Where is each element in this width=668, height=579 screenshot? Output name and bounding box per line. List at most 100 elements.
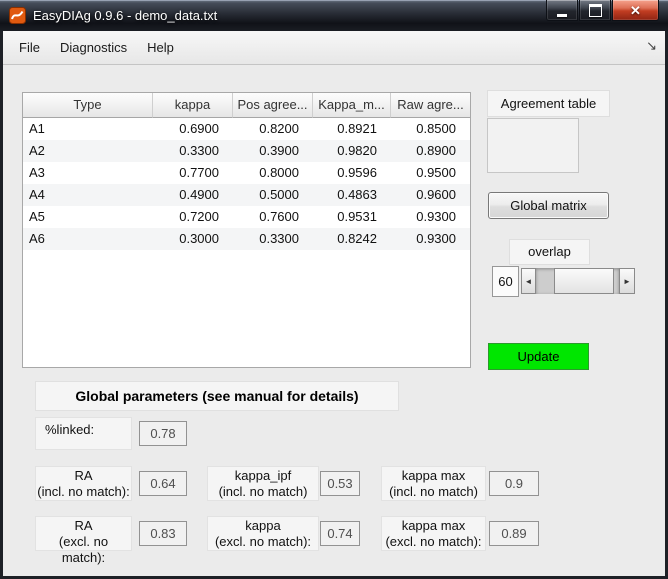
label-line: kappa_ipf <box>234 468 292 483</box>
table-cell[interactable]: 0.5000 <box>233 184 313 206</box>
results-table: Type kappa Pos agree... Kappa_m... Raw a… <box>22 92 471 368</box>
overlap-value-field[interactable]: 60 <box>492 266 519 297</box>
table-cell[interactable]: 0.4900 <box>153 184 233 206</box>
table-cell[interactable]: A6 <box>23 228 153 250</box>
label-line: (incl. no match) <box>389 484 478 499</box>
table-cell[interactable]: A5 <box>23 206 153 228</box>
ra-incl-value-field: 0.64 <box>139 471 187 496</box>
table-cell[interactable]: 0.8200 <box>233 118 313 140</box>
maximize-icon <box>588 3 602 17</box>
ra-incl-label: RA (incl. no match): <box>35 466 132 501</box>
table-cell[interactable]: 0.9531 <box>313 206 391 228</box>
table-cell[interactable]: 0.9500 <box>391 162 470 184</box>
table-cell[interactable]: A2 <box>23 140 153 162</box>
column-header-type[interactable]: Type <box>23 93 153 118</box>
ra-excl-label: RA (excl. no match): <box>35 516 132 565</box>
table-cell[interactable]: 0.3900 <box>233 140 313 162</box>
slider-thumb[interactable] <box>554 268 614 294</box>
app-icon[interactable] <box>9 7 26 24</box>
global-matrix-button[interactable]: Global matrix <box>488 192 609 219</box>
minimize-button[interactable] <box>546 0 578 21</box>
table-cell[interactable]: 0.3300 <box>153 140 233 162</box>
close-button[interactable]: ✕ <box>612 0 659 21</box>
table-cell[interactable]: 0.7200 <box>153 206 233 228</box>
table-cell[interactable]: A1 <box>23 118 153 140</box>
titlebar[interactable]: EasyDIAg 0.9.6 - demo_data.txt ✕ <box>0 0 668 31</box>
label-line: kappa max <box>401 468 466 483</box>
table-cell[interactable]: 0.8921 <box>313 118 391 140</box>
maximize-button[interactable] <box>579 0 611 21</box>
table-cell[interactable]: 0.9300 <box>391 206 470 228</box>
table-cell[interactable]: 0.6900 <box>153 118 233 140</box>
label-line: RA <box>74 518 93 533</box>
client-area: File Diagnostics Help ↘ Type kappa Pos a… <box>3 31 665 576</box>
table-cell[interactable]: 0.7600 <box>233 206 313 228</box>
menubar-dock-icon[interactable]: ↘ <box>646 38 657 54</box>
table-cell[interactable]: 0.9596 <box>313 162 391 184</box>
kappa-excl-label: kappa (excl. no match): <box>207 516 319 551</box>
ra-excl-value-field: 0.83 <box>139 521 187 546</box>
minimize-icon <box>557 13 567 17</box>
menubar: File Diagnostics Help ↘ <box>3 31 665 65</box>
table-cell[interactable]: 0.7700 <box>153 162 233 184</box>
table-row: A1 0.6900 0.8200 0.8921 0.8500 <box>23 118 470 140</box>
table-cell[interactable]: 0.8242 <box>313 228 391 250</box>
overlap-slider: ◄ ► <box>521 268 635 294</box>
kappa-max-incl-label: kappa max (incl. no match) <box>381 466 486 501</box>
label-line: kappa <box>245 518 281 533</box>
kappa-max-incl-value-field: 0.9 <box>489 471 539 496</box>
table-cell[interactable]: 0.9820 <box>313 140 391 162</box>
update-button[interactable]: Update <box>488 343 589 370</box>
table-cell[interactable]: 0.3000 <box>153 228 233 250</box>
table-cell[interactable]: 0.9600 <box>391 184 470 206</box>
kappa-max-excl-label: kappa max (excl. no match): <box>381 516 486 551</box>
app-window: EasyDIAg 0.9.6 - demo_data.txt ✕ File Di… <box>0 0 668 579</box>
menu-diagnostics[interactable]: Diagnostics <box>50 35 137 60</box>
global-parameters-heading: Global parameters (see manual for detail… <box>35 381 399 411</box>
label-line: RA <box>74 468 93 483</box>
column-header-kappa-m[interactable]: Kappa_m... <box>313 93 391 118</box>
close-icon: ✕ <box>630 2 641 18</box>
label-line: (incl. no match): <box>37 484 130 499</box>
slider-right-button[interactable]: ► <box>619 268 635 294</box>
window-controls: ✕ <box>546 0 659 21</box>
table-row: A6 0.3000 0.3300 0.8242 0.9300 <box>23 228 470 250</box>
table-cell[interactable]: A3 <box>23 162 153 184</box>
table-body: A1 0.6900 0.8200 0.8921 0.8500 A2 0.3300… <box>23 118 470 250</box>
table-cell[interactable]: A4 <box>23 184 153 206</box>
kappa-ipf-incl-label: kappa_ipf (incl. no match) <box>207 466 319 501</box>
slider-right-icon: ► <box>623 276 631 286</box>
menu-file[interactable]: File <box>9 35 50 60</box>
linked-value-field: 0.78 <box>139 421 187 446</box>
table-cell[interactable]: 0.8900 <box>391 140 470 162</box>
slider-left-button[interactable]: ◄ <box>521 268 536 294</box>
table-cell[interactable]: 0.8500 <box>391 118 470 140</box>
table-row: A4 0.4900 0.5000 0.4863 0.9600 <box>23 184 470 206</box>
table-row: A2 0.3300 0.3900 0.9820 0.8900 <box>23 140 470 162</box>
kappa-ipf-incl-value-field: 0.53 <box>320 471 360 496</box>
table-cell[interactable]: 0.9300 <box>391 228 470 250</box>
label-line: (excl. no match): <box>58 534 109 565</box>
menu-help[interactable]: Help <box>137 35 184 60</box>
window-title: EasyDIAg 0.9.6 - demo_data.txt <box>33 8 218 23</box>
slider-left-icon: ◄ <box>524 276 533 286</box>
table-cell[interactable]: 0.8000 <box>233 162 313 184</box>
column-header-raw-agree[interactable]: Raw agre... <box>391 93 470 118</box>
column-header-kappa[interactable]: kappa <box>153 93 233 118</box>
table-cell[interactable]: 0.4863 <box>313 184 391 206</box>
table-header: Type kappa Pos agree... Kappa_m... Raw a… <box>23 93 470 118</box>
kappa-max-excl-value-field: 0.89 <box>489 521 539 546</box>
table-row: A5 0.7200 0.7600 0.9531 0.9300 <box>23 206 470 228</box>
label-line: (excl. no match): <box>214 534 312 549</box>
overlap-label: overlap <box>509 239 590 265</box>
table-cell[interactable]: 0.3300 <box>233 228 313 250</box>
linked-label: %linked: <box>35 417 132 450</box>
matlab-logo-icon <box>9 7 26 24</box>
agreement-table-label: Agreement table <box>487 90 610 117</box>
column-header-pos-agree[interactable]: Pos agree... <box>233 93 313 118</box>
label-line: (excl. no match): <box>385 534 482 549</box>
kappa-excl-value-field: 0.74 <box>320 521 360 546</box>
agreement-table-display <box>487 118 579 173</box>
label-line: (incl. no match) <box>218 484 308 499</box>
label-line: kappa max <box>401 518 466 533</box>
